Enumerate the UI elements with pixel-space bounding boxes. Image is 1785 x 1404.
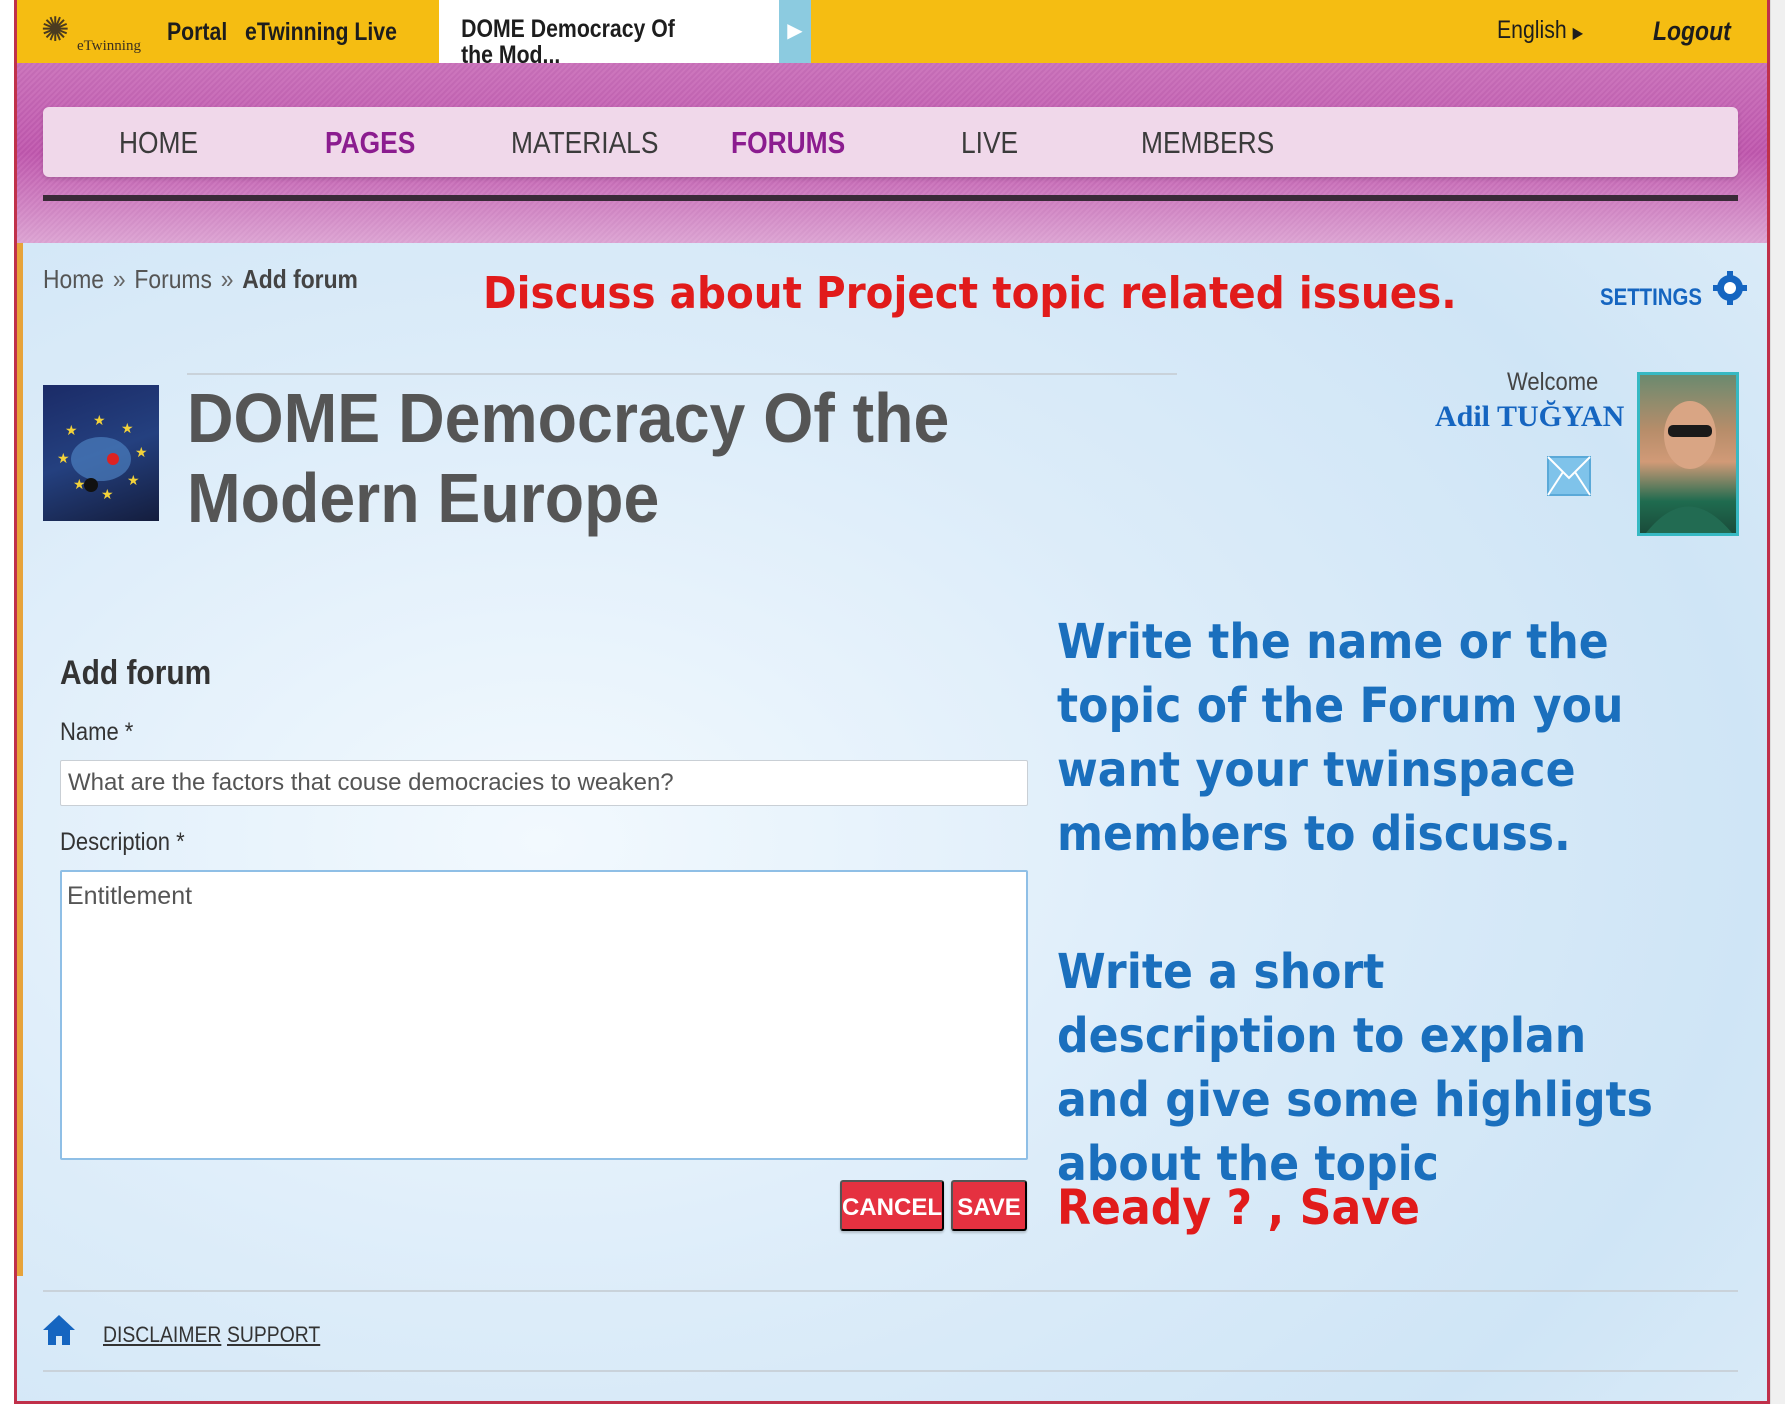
- annotation-description-help: Write a short description to explan and …: [1057, 944, 1653, 1192]
- left-accent-bar: [17, 158, 23, 1276]
- etwinning-live-link[interactable]: eTwinning Live: [245, 18, 397, 47]
- annotation-top: Discuss about Project topic related issu…: [483, 268, 1457, 319]
- logout-link[interactable]: Logout: [1653, 16, 1731, 47]
- breadcrumb: Home» Forums» Add forum: [43, 264, 358, 294]
- nav-live[interactable]: LIVE: [961, 125, 1018, 161]
- language-label: English: [1497, 16, 1567, 44]
- mail-icon[interactable]: [1547, 456, 1591, 496]
- nav-divider: [43, 195, 1738, 201]
- svg-text:★: ★: [101, 487, 114, 503]
- nav-home[interactable]: HOME: [119, 125, 198, 161]
- current-twinspace-tab-label: DOME Democracy Of the Mod...: [461, 15, 675, 69]
- user-name[interactable]: Adil TUĞYAN: [1435, 400, 1624, 434]
- cancel-button[interactable]: CANCEL: [840, 1180, 944, 1231]
- settings-link[interactable]: SETTINGS: [1600, 284, 1702, 312]
- nav-pages[interactable]: PAGES: [325, 125, 415, 161]
- breadcrumb-forums[interactable]: Forums: [134, 264, 212, 294]
- title-rule: [187, 373, 1177, 375]
- current-twinspace-tab[interactable]: DOME Democracy Of the Mod...: [439, 0, 779, 68]
- svg-text:★: ★: [73, 477, 86, 493]
- svg-text:★: ★: [135, 445, 148, 461]
- gear-icon[interactable]: [1712, 270, 1748, 306]
- avatar-photo: [1646, 401, 1732, 533]
- etwinning-logo[interactable]: ✺ eTwinning: [41, 10, 161, 56]
- etwinning-logo-icon: ✺: [41, 11, 70, 49]
- welcome-label: Welcome: [1507, 368, 1599, 396]
- nav-forums[interactable]: FORUMS: [731, 125, 845, 161]
- svg-text:★: ★: [127, 473, 140, 489]
- nav-band: HOME PAGES MATERIALS FORUMS LIVE MEMBERS: [17, 63, 1767, 243]
- project-logo: ★ ★ ★ ★ ★ ★ ★ ★: [43, 385, 159, 521]
- annotation-name-help: Write the name or the topic of the Forum…: [1057, 614, 1624, 862]
- caret-right-icon: ▶: [1572, 25, 1584, 42]
- annotation-save-help: Ready ? , Save: [1057, 1180, 1421, 1236]
- svg-text:★: ★: [57, 451, 70, 467]
- nav-members[interactable]: MEMBERS: [1141, 125, 1274, 161]
- language-selector[interactable]: English ▶: [1497, 16, 1583, 45]
- name-label: Name *: [60, 718, 134, 746]
- top-bar: ✺ eTwinning Portal eTwinning Live DOME D…: [17, 0, 1767, 68]
- avatar[interactable]: [1637, 372, 1739, 536]
- disclaimer-link[interactable]: DISCLAIMER: [103, 1322, 221, 1348]
- support-link[interactable]: SUPPORT: [227, 1322, 320, 1348]
- etwinning-logo-text: eTwinning: [77, 38, 141, 54]
- breadcrumb-home[interactable]: Home: [43, 264, 104, 294]
- page-scrollbar[interactable]: [1770, 0, 1785, 1404]
- page-frame: ✺ eTwinning Portal eTwinning Live DOME D…: [14, 0, 1770, 1404]
- save-button[interactable]: SAVE: [951, 1180, 1027, 1231]
- main-nav: HOME PAGES MATERIALS FORUMS LIVE MEMBERS: [43, 107, 1738, 177]
- forum-name-input[interactable]: [60, 760, 1028, 806]
- footer-bottom-divider: [43, 1370, 1738, 1372]
- home-icon[interactable]: [41, 1312, 77, 1348]
- project-title: DOME Democracy Of the Modern Europe: [187, 379, 950, 537]
- nav-materials[interactable]: MATERIALS: [511, 125, 658, 161]
- svg-text:★: ★: [93, 413, 106, 429]
- svg-text:★: ★: [65, 423, 78, 439]
- project-logo-art: ★ ★★ ★★★ ★★: [57, 413, 148, 503]
- portal-link[interactable]: Portal: [167, 18, 227, 47]
- description-label: Description *: [60, 828, 185, 856]
- tab-arrow-icon[interactable]: ▶: [779, 0, 811, 63]
- breadcrumb-current: Add forum: [242, 264, 358, 294]
- forum-description-textarea[interactable]: Entitlement: [60, 870, 1028, 1160]
- footer-divider: [43, 1290, 1738, 1292]
- svg-text:★: ★: [121, 421, 134, 437]
- form-heading: Add forum: [60, 654, 212, 692]
